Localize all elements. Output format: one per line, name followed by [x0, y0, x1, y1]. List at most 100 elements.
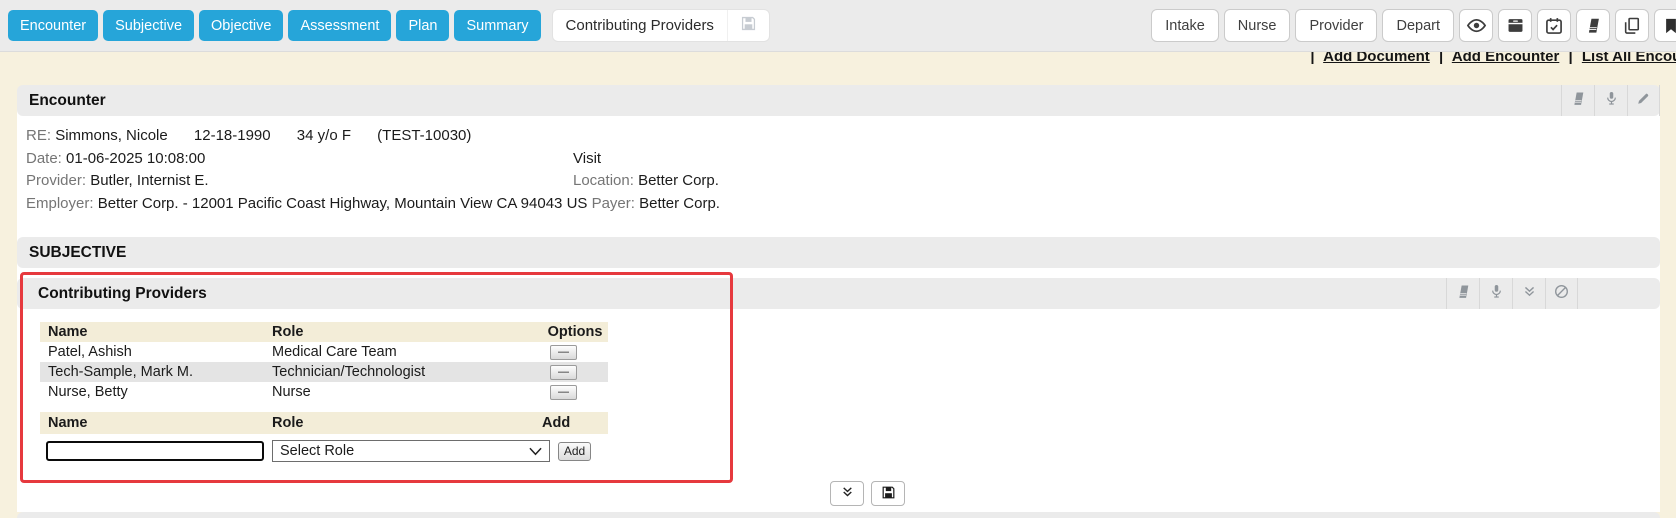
microphone-icon	[1488, 283, 1505, 305]
book-icon	[1584, 16, 1603, 35]
role-select-value: Select Role	[280, 443, 354, 459]
table-header-row: Name Role Options	[40, 322, 608, 342]
contributing-providers-bar-icons	[1446, 278, 1578, 309]
chevron-down-icon	[529, 447, 542, 456]
save-icon	[880, 484, 897, 504]
tab-subjective[interactable]: Subjective	[103, 10, 194, 41]
contributing-providers-table: Name Role Options Patel, Ashish Medical …	[40, 322, 608, 464]
add-header-add: Add	[542, 415, 608, 431]
contributing-providers-bar: Contributing Providers	[17, 278, 1660, 309]
next-section-strip	[17, 512, 1660, 518]
table-row: Tech-Sample, Mark M. Technician/Technolo…	[40, 362, 608, 382]
encounter-card: Encounter RE: Simmons, Nicole 12-18-1990…	[17, 85, 1660, 512]
bookmark-button[interactable]	[1654, 9, 1676, 42]
visit-type: Visit	[573, 148, 601, 171]
depart-button[interactable]: Depart	[1382, 9, 1454, 42]
archive-button[interactable]	[1498, 9, 1532, 42]
date-value: 01-06-2025 10:08:00	[66, 150, 205, 167]
patient-info: RE: Simmons, Nicole 12-18-1990 34 y/o F …	[26, 125, 1651, 215]
chevrons-down-icon	[1522, 284, 1537, 304]
tab-plan[interactable]: Plan	[396, 10, 449, 41]
header-options: Options	[542, 324, 608, 340]
save-icon	[739, 14, 758, 38]
encounter-bar-icons	[1561, 85, 1660, 116]
encounter-edit-button[interactable]	[1627, 85, 1660, 116]
role-select[interactable]: Select Role	[272, 440, 550, 462]
employer-value: Better Corp. - 12001 Pacific Coast Highw…	[98, 195, 588, 212]
tab-assessment[interactable]: Assessment	[288, 10, 391, 41]
add-form-row: Select Role Add	[40, 438, 608, 464]
top-toolbar: Encounter Subjective Objective Assessmen…	[0, 0, 1676, 52]
header-name: Name	[40, 324, 272, 340]
calendar-button[interactable]	[1537, 9, 1571, 42]
toolbar-right-group: Intake Nurse Provider Depart	[1151, 9, 1676, 42]
header-role: Role	[272, 324, 542, 340]
view-button[interactable]	[1459, 9, 1493, 42]
date-label: Date:	[26, 150, 62, 167]
re-label: RE:	[26, 127, 51, 144]
cp-book-button[interactable]	[1446, 278, 1479, 309]
patient-id: (TEST-10030)	[377, 127, 471, 144]
provider-value: Butler, Internist E.	[90, 172, 208, 189]
chevrons-down-icon	[840, 485, 855, 502]
cancel-icon	[1553, 283, 1570, 305]
provider-name-input[interactable]	[46, 441, 264, 461]
table-row: Nurse, Betty Nurse —	[40, 382, 608, 402]
copy-button[interactable]	[1615, 9, 1649, 42]
form-bottom-actions	[830, 481, 905, 506]
form-name-group: Contributing Providers	[552, 9, 770, 42]
provider-label: Provider:	[26, 172, 86, 189]
tab-objective[interactable]: Objective	[199, 10, 283, 41]
form-name-save-button[interactable]	[727, 10, 769, 41]
location-label: Location:	[573, 172, 634, 189]
tab-summary[interactable]: Summary	[454, 10, 540, 41]
date-line: Date: 01-06-2025 10:08:00 Visit	[26, 148, 1651, 171]
subjective-title: SUBJECTIVE	[29, 244, 126, 262]
subjective-section-bar: SUBJECTIVE	[17, 237, 1660, 268]
forms-book-button[interactable]	[1576, 9, 1610, 42]
pencil-icon	[1635, 90, 1652, 112]
encounter-section-bar: Encounter	[17, 85, 1660, 116]
cp-dictate-button[interactable]	[1479, 278, 1512, 309]
provider-name: Tech-Sample, Mark M.	[40, 364, 272, 380]
encounter-dictate-button[interactable]	[1594, 85, 1627, 116]
expand-more-button[interactable]	[830, 481, 864, 506]
cp-disable-button[interactable]	[1545, 278, 1578, 309]
copy-icon	[1622, 16, 1642, 36]
provider-name: Patel, Ashish	[40, 344, 272, 360]
intake-button[interactable]: Intake	[1151, 9, 1219, 42]
location-value: Better Corp.	[638, 172, 719, 189]
patient-name: Simmons, Nicole	[55, 127, 168, 144]
book-icon	[1455, 283, 1472, 305]
encounter-book-button[interactable]	[1561, 85, 1594, 116]
remove-provider-button[interactable]: —	[550, 385, 577, 400]
add-header-role: Role	[272, 415, 542, 431]
provider-role: Nurse	[272, 384, 542, 400]
employer-line: Employer: Better Corp. - 12001 Pacific C…	[26, 193, 1651, 216]
tab-encounter[interactable]: Encounter	[8, 10, 98, 41]
remove-provider-button[interactable]: —	[550, 345, 577, 360]
remove-provider-button[interactable]: —	[550, 365, 577, 380]
nurse-button[interactable]: Nurse	[1224, 9, 1291, 42]
microphone-icon	[1603, 90, 1620, 112]
add-header-name: Name	[40, 415, 272, 431]
table-row: Patel, Ashish Medical Care Team —	[40, 342, 608, 362]
form-name-input[interactable]: Contributing Providers	[553, 10, 727, 41]
bookmark-icon	[1662, 17, 1676, 35]
cp-collapse-button[interactable]	[1512, 278, 1545, 309]
patient-age-sex: 34 y/o F	[297, 127, 351, 144]
provider-name: Nurse, Betty	[40, 384, 272, 400]
add-form-header-row: Name Role Add	[40, 412, 608, 434]
provider-role: Medical Care Team	[272, 344, 542, 360]
provider-role: Technician/Technologist	[272, 364, 542, 380]
archive-icon	[1506, 16, 1525, 35]
patient-re-line: RE: Simmons, Nicole 12-18-1990 34 y/o F …	[26, 125, 1651, 148]
contributing-providers-title: Contributing Providers	[38, 285, 207, 303]
provider-button[interactable]: Provider	[1295, 9, 1377, 42]
calendar-check-icon	[1544, 16, 1564, 36]
save-form-button[interactable]	[871, 481, 905, 506]
employer-label: Employer:	[26, 195, 94, 212]
payer-label: Payer:	[592, 195, 635, 212]
patient-dob: 12-18-1990	[194, 127, 271, 144]
add-provider-button[interactable]: Add	[558, 442, 591, 461]
